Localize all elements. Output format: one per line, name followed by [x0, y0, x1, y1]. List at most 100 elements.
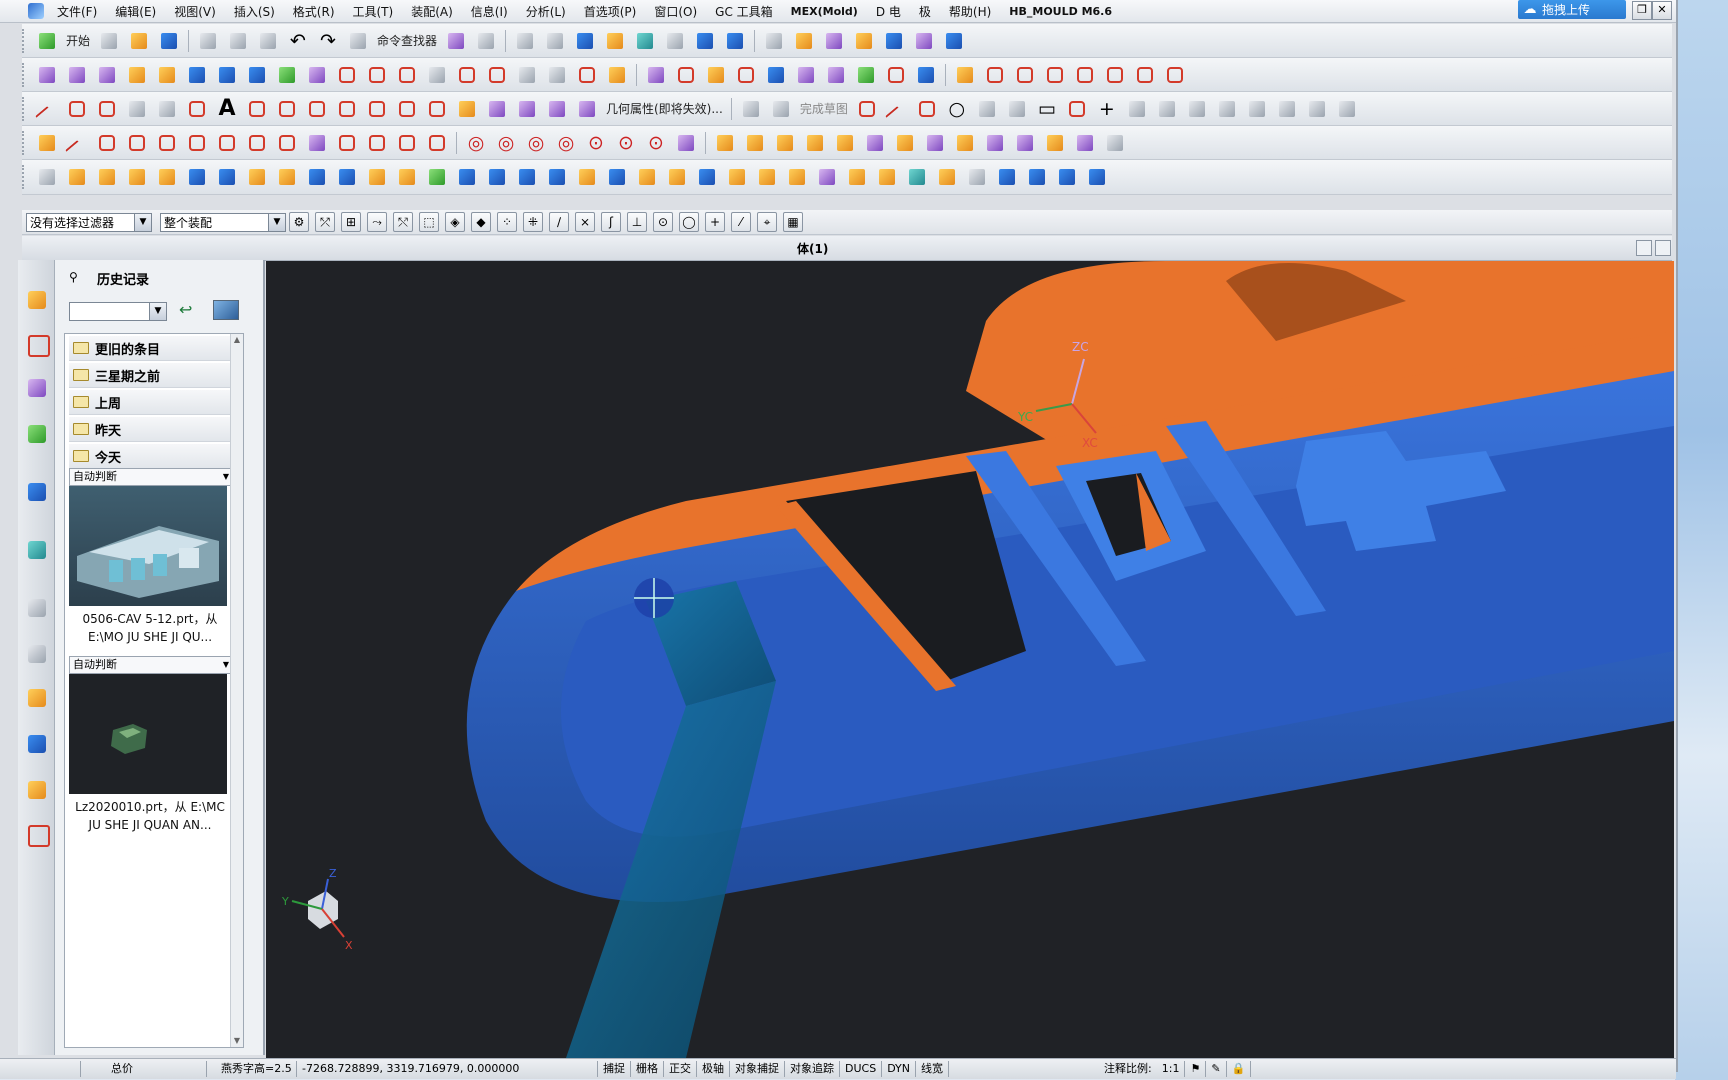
mold-insert-icon[interactable] [773, 131, 797, 155]
background-icon[interactable] [663, 29, 687, 53]
sketch-arc-icon[interactable] [915, 97, 939, 121]
save-icon[interactable] [157, 29, 181, 53]
menu-ji[interactable]: 极 [910, 3, 940, 20]
chain-icon[interactable] [215, 131, 239, 155]
move-face-icon[interactable] [995, 165, 1019, 189]
profile-icon[interactable] [855, 97, 879, 121]
diagonal-icon[interactable] [275, 131, 299, 155]
snap-point-on-face-icon[interactable]: ⁄ [731, 212, 751, 232]
command-finder-icon[interactable] [346, 29, 370, 53]
process-studio-icon[interactable] [24, 684, 50, 712]
trim-body-icon[interactable] [665, 165, 689, 189]
general-select-icon[interactable]: ⤱ [315, 212, 335, 232]
constraint-navigator-icon[interactable] [24, 330, 50, 358]
history-filter-dropdown[interactable]: ▼ [69, 302, 167, 321]
circle-radius-icon[interactable]: ◎ [554, 131, 578, 155]
replace-face-icon[interactable] [734, 63, 758, 87]
hole-point-icon[interactable]: ⊙ [644, 131, 668, 155]
instance-icon[interactable] [815, 165, 839, 189]
curve-length-icon[interactable] [1103, 63, 1127, 87]
mold-slider-icon[interactable] [863, 131, 887, 155]
part-navigator-icon[interactable] [24, 374, 50, 402]
wizard-icon[interactable] [852, 29, 876, 53]
law-extension-icon[interactable] [575, 63, 599, 87]
viewport-maximize-icon[interactable] [1655, 240, 1671, 256]
measure-icon[interactable] [762, 29, 786, 53]
tangent-line-icon[interactable] [185, 131, 209, 155]
menu-file[interactable]: 文件(F) [48, 3, 106, 20]
graphics-viewport[interactable]: ZC YC XC Z Y X [266, 261, 1674, 1058]
mold-screw-icon[interactable] [1043, 131, 1067, 155]
intersection-curve-icon[interactable] [395, 97, 419, 121]
menu-analysis[interactable]: 分析(L) [517, 3, 575, 20]
mold-cavity-icon[interactable] [803, 131, 827, 155]
tools-icon[interactable] [822, 29, 846, 53]
scroll-down-icon[interactable]: ▼ [231, 1035, 243, 1047]
sew-icon[interactable] [425, 63, 449, 87]
smooth-spline-icon[interactable] [1133, 63, 1157, 87]
history-thumbnail[interactable] [69, 486, 227, 606]
close-window-button[interactable]: ✕ [1652, 1, 1672, 20]
quick-trim-icon[interactable] [1155, 97, 1179, 121]
bridge-curve-icon[interactable] [335, 97, 359, 121]
object-track-toggle[interactable]: 对象追踪 [785, 1061, 840, 1077]
body-select-icon[interactable]: ◆ [471, 212, 491, 232]
chamfer-icon[interactable] [1005, 97, 1029, 121]
refresh-icon[interactable]: ↩ [179, 300, 192, 319]
new-file-icon[interactable] [97, 29, 121, 53]
finish-sketch-button[interactable]: 完成草图 [800, 100, 848, 117]
n-sided-surface-icon[interactable] [485, 63, 509, 87]
dimension-icon[interactable] [1305, 97, 1329, 121]
corner-arc-icon[interactable] [335, 131, 359, 155]
divide-face-icon[interactable] [914, 63, 938, 87]
mirror-curve-icon[interactable] [575, 97, 599, 121]
selection-icon[interactable] [474, 29, 498, 53]
pocket-icon[interactable] [305, 165, 329, 189]
extrude-icon[interactable] [65, 165, 89, 189]
helix-icon[interactable] [245, 97, 269, 121]
chamfer-solid-icon[interactable] [605, 165, 629, 189]
fillet-curve-icon[interactable] [1073, 63, 1097, 87]
circle-center-icon[interactable]: ◎ [464, 131, 488, 155]
menu-format[interactable]: 格式(R) [284, 3, 344, 20]
history-scrollbar[interactable]: ▲ ▼ [230, 334, 243, 1047]
menu-hb-mould[interactable]: HB_MOULD M6.6 [1000, 5, 1121, 18]
toolbar-grip[interactable] [22, 28, 29, 53]
offset-face-icon[interactable] [875, 165, 899, 189]
match-edge-icon[interactable] [884, 63, 908, 87]
sketch-spline-icon[interactable] [1065, 97, 1089, 121]
touch-mode-icon[interactable] [444, 29, 468, 53]
edit-curve-icon[interactable] [1043, 63, 1067, 87]
divide-curve-icon[interactable] [1013, 63, 1037, 87]
emboss-icon[interactable] [455, 165, 479, 189]
snap-bisector-icon[interactable]: ⌖ [757, 212, 777, 232]
history-group[interactable]: 三星期之前 [69, 363, 239, 388]
mold-plate-icon[interactable] [743, 131, 767, 155]
boss-icon[interactable] [275, 165, 299, 189]
make-corner-icon[interactable] [1215, 97, 1239, 121]
extract-curve-icon[interactable] [455, 97, 479, 121]
web-browser-icon[interactable] [24, 536, 50, 564]
mold-ejector-icon[interactable] [923, 131, 947, 155]
shell-icon[interactable] [635, 165, 659, 189]
groove-icon[interactable] [395, 165, 419, 189]
snap-intersect-icon[interactable]: ⨯ [575, 212, 595, 232]
history-group[interactable]: 上周 [69, 390, 239, 415]
midsurface-icon[interactable] [704, 63, 728, 87]
ruled-surface-icon[interactable] [125, 63, 149, 87]
mold-core-icon[interactable] [833, 131, 857, 155]
orient-view-icon[interactable] [633, 29, 657, 53]
replace-body-icon[interactable] [1085, 165, 1109, 189]
parallel-line-icon[interactable] [125, 131, 149, 155]
trim-sheet-icon[interactable] [335, 63, 359, 87]
assembly-navigator-icon[interactable] [24, 286, 50, 314]
hd3d-tools-icon[interactable] [24, 478, 50, 506]
menu-edit[interactable]: 编辑(E) [106, 3, 165, 20]
sheet-to-solid-icon[interactable] [644, 63, 668, 87]
face-select-icon[interactable]: ◈ [445, 212, 465, 232]
geometry-property-button[interactable]: 几何属性(即将失效)... [606, 100, 723, 117]
selection-filter-dropdown[interactable]: 没有选择过滤器 ▼ [26, 212, 152, 232]
history-group[interactable]: 今天 [69, 444, 239, 469]
grid-icon[interactable] [305, 131, 329, 155]
block-icon[interactable] [125, 165, 149, 189]
